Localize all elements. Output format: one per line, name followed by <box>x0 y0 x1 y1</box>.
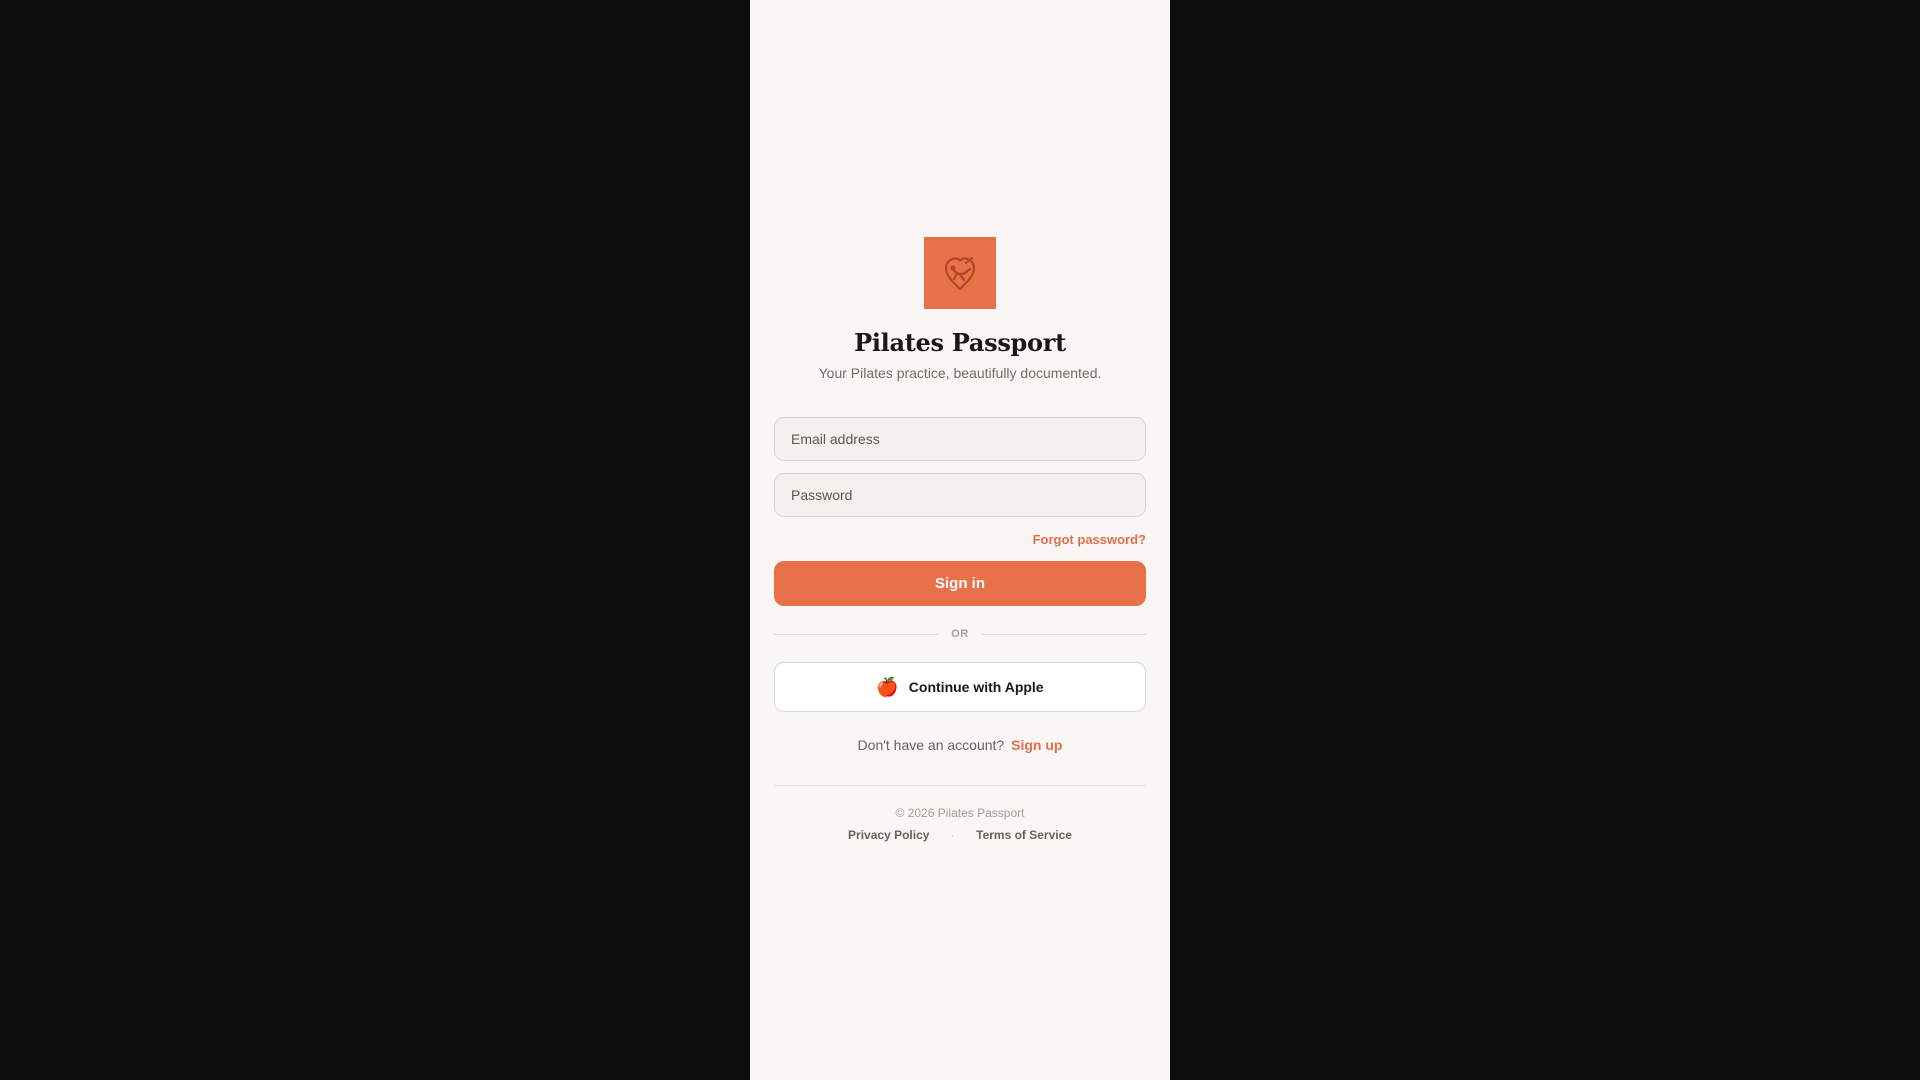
sign-in-button[interactable]: Sign in <box>774 561 1146 606</box>
footer-links: Privacy Policy · Terms of Service <box>774 828 1146 842</box>
continue-with-apple-button[interactable]: 🍎 Continue with Apple <box>774 662 1146 712</box>
app-title: Pilates Passport <box>854 328 1066 357</box>
footer-separator: · <box>950 828 955 842</box>
signup-prompt: Don't have an account? <box>857 737 1005 753</box>
password-field[interactable] <box>774 473 1146 517</box>
forgot-password-row: Forgot password? <box>774 531 1146 547</box>
signup-row: Don't have an account? Sign up <box>774 736 1146 754</box>
login-card: Pilates Passport Your Pilates practice, … <box>774 237 1146 842</box>
sign-up-link[interactable]: Sign up <box>1011 737 1062 753</box>
terms-of-service-link[interactable]: Terms of Service <box>976 828 1072 842</box>
divider-line-right <box>981 633 1146 635</box>
apple-icon: 🍎 <box>876 677 899 697</box>
privacy-policy-link[interactable]: Privacy Policy <box>848 828 929 842</box>
app-logo <box>924 237 996 309</box>
or-divider: OR <box>774 626 1146 642</box>
login-panel: Pilates Passport Your Pilates practice, … <box>750 0 1170 1080</box>
forgot-password-link[interactable]: Forgot password? <box>1033 532 1146 547</box>
apple-button-label: Continue with Apple <box>908 679 1044 695</box>
email-field[interactable] <box>774 417 1146 461</box>
pilates-figure-heart-icon <box>944 257 976 291</box>
footer-divider <box>774 785 1146 786</box>
app-tagline: Your Pilates practice, beautifully docum… <box>818 365 1102 381</box>
copyright-text: © 2026 Pilates Passport <box>895 806 1025 820</box>
divider-label: OR <box>951 628 969 640</box>
divider-line-left <box>774 633 939 635</box>
